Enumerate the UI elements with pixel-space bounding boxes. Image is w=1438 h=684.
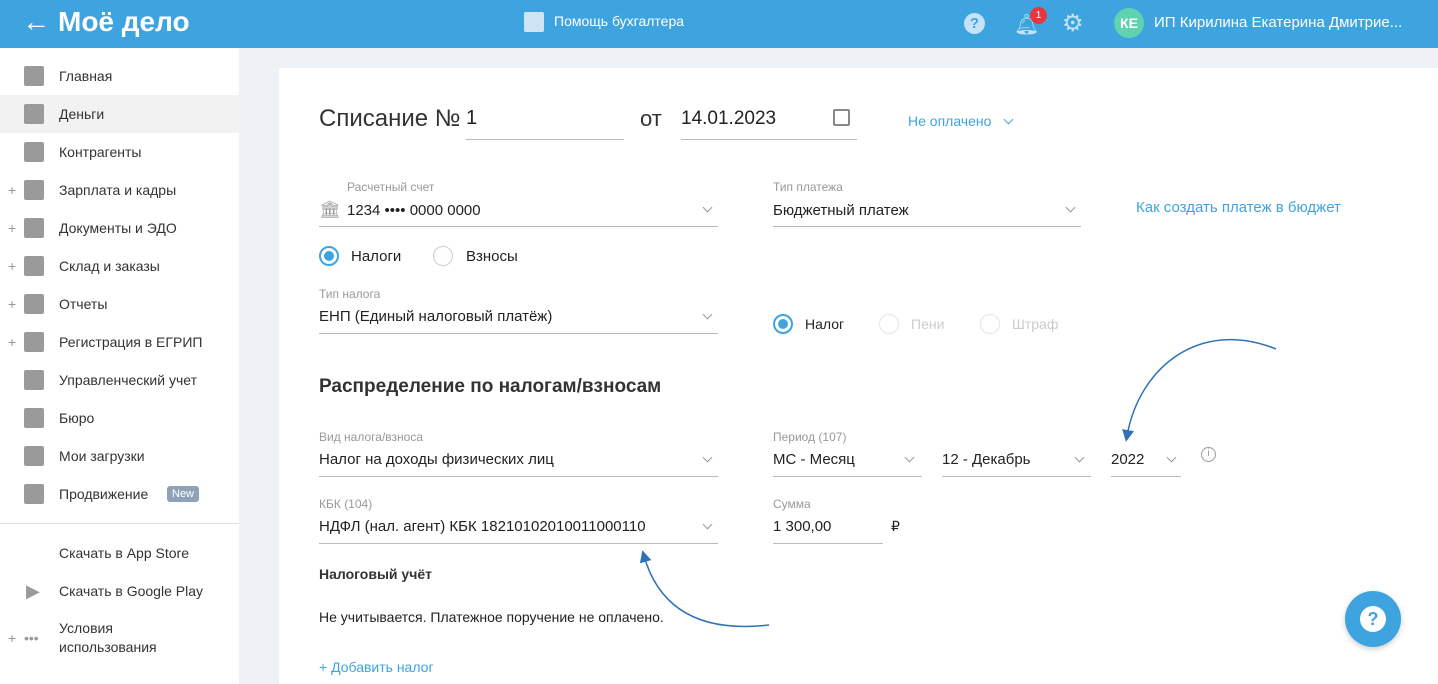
sidebar-item-label: Контрагенты [59, 144, 142, 160]
sidebar-item-icon [24, 66, 44, 86]
back-arrow-icon[interactable]: ← [22, 6, 50, 38]
sidebar-item[interactable]: + Регистрация в ЕГРИП [0, 323, 239, 361]
terms-line-2: использования [59, 639, 157, 655]
play-icon: ▶ [26, 580, 40, 601]
sidebar-item[interactable]: Деньги [0, 95, 239, 133]
sidebar-item[interactable]: Главная [0, 57, 239, 95]
sidebar-item-label: Бюро [59, 410, 95, 426]
sidebar-item[interactable]: + Склад и заказы [0, 247, 239, 285]
notification-badge: 1 [1030, 7, 1047, 24]
help-accountant-icon [524, 12, 544, 32]
sidebar-item-label: Отчеты [59, 296, 108, 312]
sidebar-item-icon [24, 332, 44, 352]
sidebar-item-label: Мои загрузки [59, 448, 145, 464]
divider [0, 523, 239, 524]
expand-icon[interactable]: + [8, 182, 16, 198]
sidebar-item[interactable]: Мои загрузки [0, 437, 239, 475]
sidebar-item-label: Продвижение [59, 486, 149, 502]
sidebar-item[interactable]: Бюро [0, 399, 239, 437]
avatar[interactable]: КЕ [1114, 8, 1144, 38]
sidebar-item-label: Деньги [59, 106, 105, 122]
payment-form: Списание № 1 от 14.01.2023 Не оплачено Р… [279, 68, 1438, 684]
top-bar: ← Моё дело Помощь бухгалтера ? 🔔︎ 1 ⚙ КЕ… [0, 0, 1438, 48]
arrow-to-kbk [639, 550, 770, 628]
sidebar-item[interactable]: + Отчеты [0, 285, 239, 323]
sidebar-item-icon [24, 370, 44, 390]
sidebar-item-icon [24, 256, 44, 276]
expand-icon[interactable]: + [8, 220, 16, 236]
sidebar-item[interactable]: + Зарплата и кадры [0, 171, 239, 209]
arrow-to-year [1122, 338, 1277, 442]
help-accountant-link[interactable]: Помощь бухгалтера [554, 13, 684, 29]
sidebar-item-icon [24, 180, 44, 200]
terms-link[interactable]: + ••• Условия использования [0, 618, 239, 658]
sidebar-item-icon [24, 142, 44, 162]
sidebar-item-icon [24, 484, 44, 504]
annotation-arrows [639, 338, 1277, 628]
more-icon: ••• [24, 630, 39, 646]
app-store-link[interactable]: Скачать в App Store [0, 534, 239, 572]
sidebar-item[interactable]: Контрагенты [0, 133, 239, 171]
sidebar: Главная Деньги Контрагенты + Зарплата и кадр… [0, 48, 239, 684]
sidebar-item-icon [24, 294, 44, 314]
expand-icon[interactable]: + [8, 258, 16, 274]
sidebar-item-icon [24, 104, 44, 124]
expand-icon[interactable]: + [8, 334, 16, 350]
gear-icon[interactable]: ⚙ [1062, 9, 1084, 38]
new-badge: New [167, 486, 200, 502]
help-icon: ? [1360, 606, 1386, 632]
help-icon[interactable]: ? [964, 13, 985, 34]
sidebar-item-label: Главная [59, 68, 113, 84]
expand-icon[interactable]: + [8, 296, 16, 312]
sidebar-item-label: Управленческий учет [59, 372, 197, 388]
sidebar-item-label: Документы и ЭДО [59, 220, 177, 236]
user-name[interactable]: ИП Кирилина Екатерина Дмитрие... [1154, 14, 1402, 31]
sidebar-item-icon [24, 446, 44, 466]
sidebar-item-icon [24, 408, 44, 428]
sidebar-item-icon [24, 218, 44, 238]
sidebar-item[interactable]: Управленческий учет [0, 361, 239, 399]
sidebar-item-label: Регистрация в ЕГРИП [59, 334, 203, 350]
sidebar-item[interactable]: + Документы и ЭДО [0, 209, 239, 247]
logo[interactable]: Моё дело [58, 6, 190, 38]
terms-line-1: Условия [59, 620, 113, 636]
google-play-link[interactable]: ▶ Скачать в Google Play [0, 572, 239, 610]
sidebar-item-label: Склад и заказы [59, 258, 160, 274]
chat-help-button[interactable]: ? [1345, 591, 1401, 647]
sidebar-item-label: Зарплата и кадры [59, 182, 177, 198]
sidebar-item[interactable]: Продвижение New [0, 475, 239, 513]
